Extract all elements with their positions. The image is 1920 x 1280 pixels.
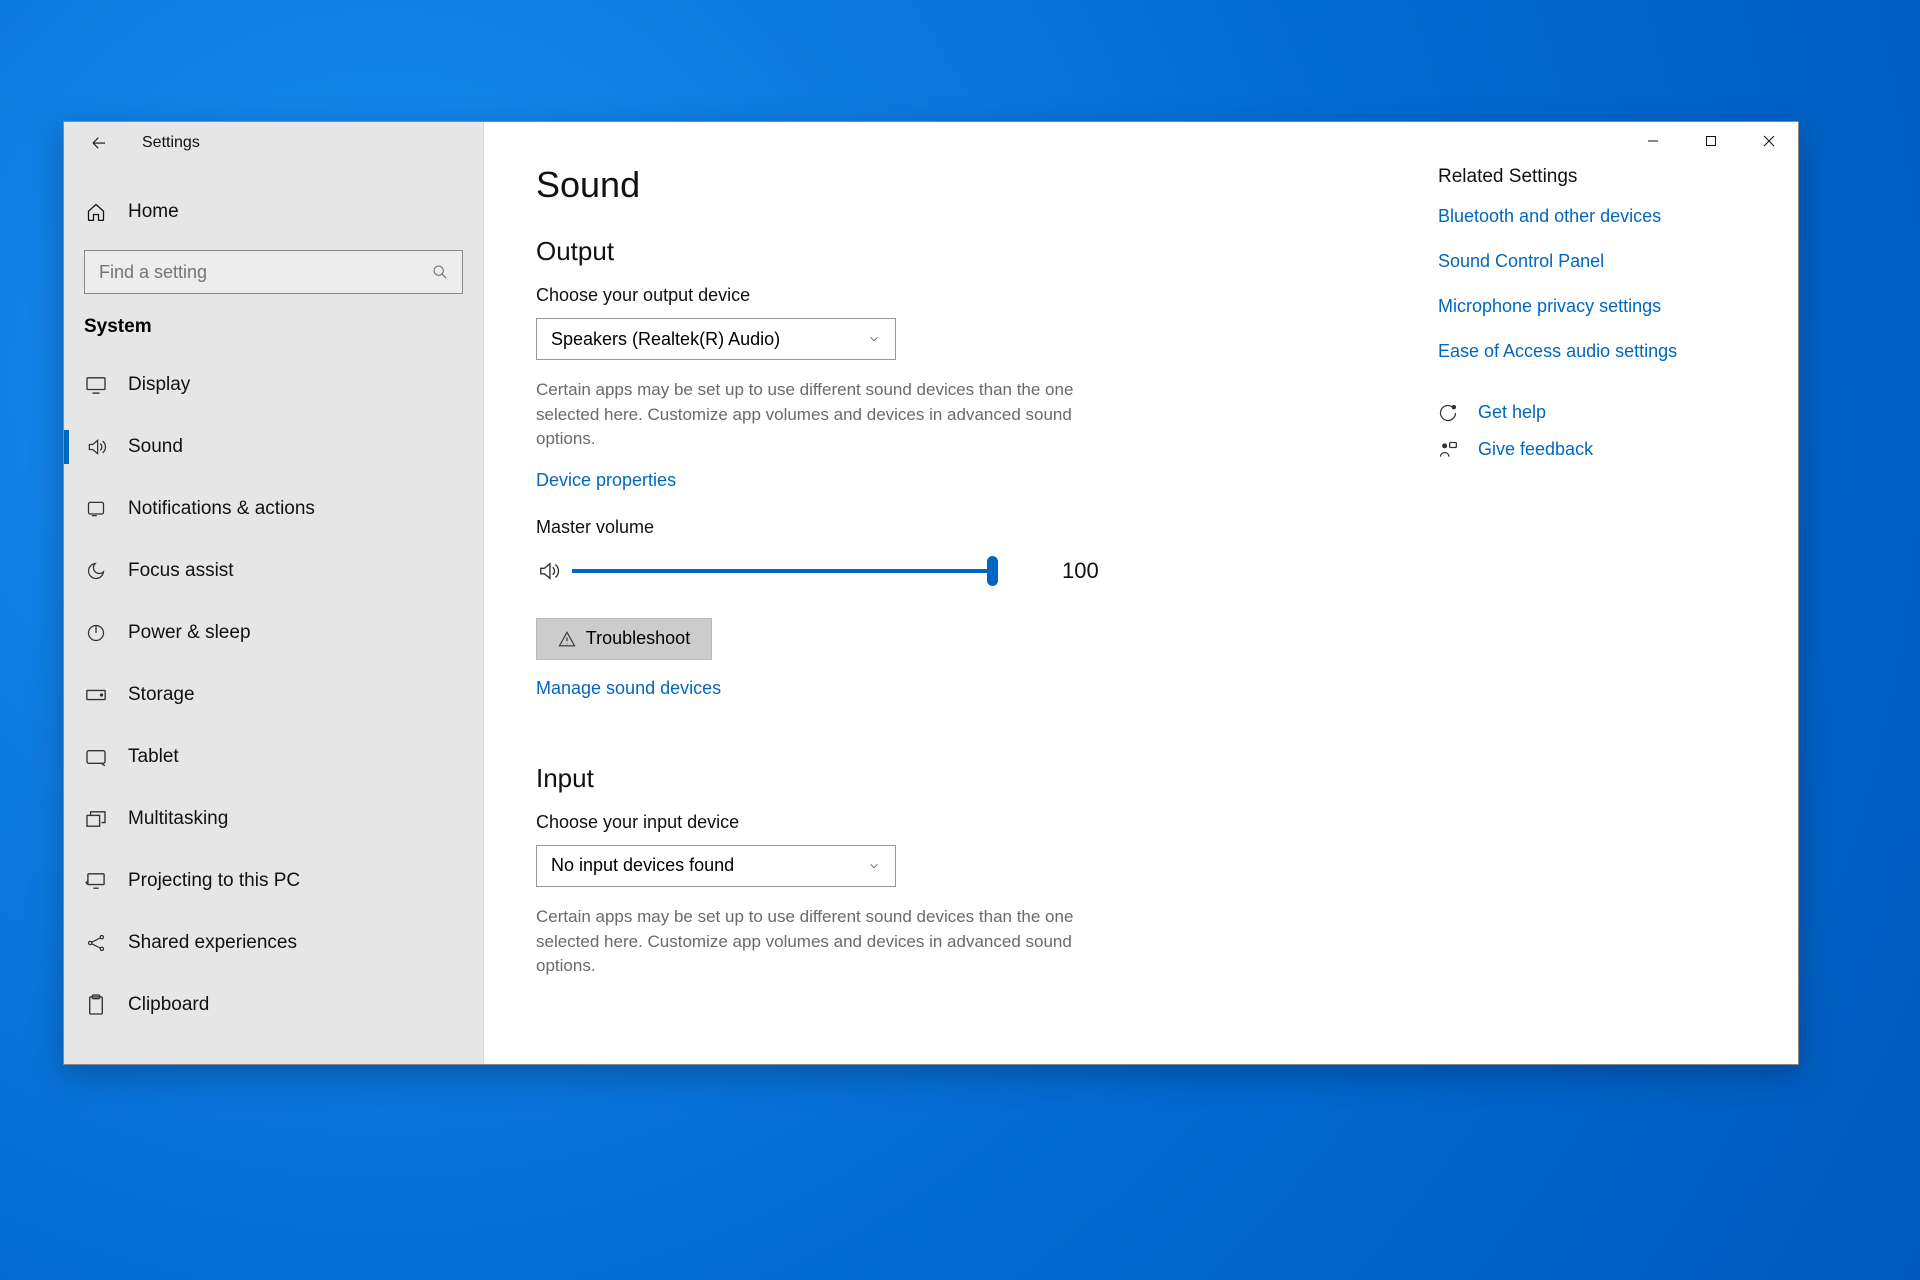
give-feedback-link[interactable]: Give feedback (1478, 439, 1593, 460)
nav-label: Projecting to this PC (128, 870, 300, 892)
settings-window: Settings Home System Display Sound (63, 121, 1799, 1065)
nav-label: Sound (128, 436, 183, 458)
chevron-down-icon (867, 332, 881, 346)
nav-label: Notifications & actions (128, 498, 315, 520)
minimize-button[interactable] (1624, 122, 1682, 160)
sound-icon (84, 437, 108, 457)
storage-icon (84, 688, 108, 702)
nav-label: Display (128, 374, 190, 396)
get-help-link[interactable]: Get help (1478, 402, 1546, 423)
window-controls (1624, 122, 1798, 160)
input-device-select[interactable]: No input devices found (536, 845, 896, 887)
slider-thumb[interactable] (987, 556, 998, 586)
feedback-icon (1438, 440, 1460, 460)
help-icon (1438, 403, 1460, 423)
sidebar-item-display[interactable]: Display (64, 354, 483, 416)
sidebar: Settings Home System Display Sound (64, 122, 484, 1064)
clipboard-icon (84, 994, 108, 1016)
sidebar-item-storage[interactable]: Storage (64, 664, 483, 726)
nav-label: Tablet (128, 746, 179, 768)
troubleshoot-label: Troubleshoot (586, 628, 690, 649)
notifications-icon (84, 499, 108, 519)
page-title: Sound (536, 164, 1356, 206)
nav-list: Display Sound Notifications & actions Fo… (64, 354, 483, 1036)
sidebar-item-multitasking[interactable]: Multitasking (64, 788, 483, 850)
master-volume-row: 100 (536, 558, 1356, 584)
nav-label: Multitasking (128, 808, 228, 830)
titlebar: Settings (64, 122, 483, 164)
home-label: Home (128, 201, 179, 223)
nav-label: Clipboard (128, 994, 209, 1016)
volume-icon (536, 560, 566, 582)
troubleshoot-button[interactable]: Troubleshoot (536, 618, 712, 660)
give-feedback-row[interactable]: Give feedback (1438, 439, 1738, 460)
search-input[interactable] (99, 262, 432, 283)
input-heading: Input (536, 763, 1356, 794)
display-icon (84, 376, 108, 394)
link-sound-control-panel[interactable]: Sound Control Panel (1438, 251, 1738, 272)
master-volume-value: 100 (1062, 558, 1099, 584)
output-choose-label: Choose your output device (536, 285, 1356, 306)
input-choose-label: Choose your input device (536, 812, 1356, 833)
output-device-select[interactable]: Speakers (Realtek(R) Audio) (536, 318, 896, 360)
sidebar-item-notifications[interactable]: Notifications & actions (64, 478, 483, 540)
search-icon (432, 264, 448, 280)
multitasking-icon (84, 810, 108, 828)
link-microphone-privacy[interactable]: Microphone privacy settings (1438, 296, 1738, 317)
master-volume-label: Master volume (536, 517, 1356, 538)
content: Sound Output Choose your output device S… (536, 164, 1356, 1064)
output-heading: Output (536, 236, 1356, 267)
close-button[interactable] (1740, 122, 1798, 160)
sidebar-item-shared[interactable]: Shared experiences (64, 912, 483, 974)
app-title: Settings (142, 134, 200, 152)
main-area: Sound Output Choose your output device S… (484, 122, 1798, 1064)
sidebar-home[interactable]: Home (64, 184, 483, 240)
search-box[interactable] (84, 250, 463, 294)
sidebar-item-focus-assist[interactable]: Focus assist (64, 540, 483, 602)
input-device-value: No input devices found (551, 855, 734, 876)
focus-icon (84, 561, 108, 581)
nav-label: Power & sleep (128, 622, 251, 644)
tablet-icon (84, 748, 108, 766)
sidebar-item-power-sleep[interactable]: Power & sleep (64, 602, 483, 664)
get-help-row[interactable]: Get help (1438, 402, 1738, 423)
shared-icon (84, 933, 108, 953)
input-hint: Certain apps may be set up to use differ… (536, 905, 1126, 979)
link-ease-of-access-audio[interactable]: Ease of Access audio settings (1438, 341, 1738, 362)
sidebar-item-tablet[interactable]: Tablet (64, 726, 483, 788)
maximize-button[interactable] (1682, 122, 1740, 160)
device-properties-link[interactable]: Device properties (536, 470, 676, 491)
sidebar-item-projecting[interactable]: Projecting to this PC (64, 850, 483, 912)
related-heading: Related Settings (1438, 166, 1738, 188)
chevron-down-icon (867, 859, 881, 873)
output-device-value: Speakers (Realtek(R) Audio) (551, 329, 780, 350)
category-label: System (64, 316, 483, 354)
warning-icon (558, 630, 576, 648)
back-button[interactable] (80, 124, 118, 162)
nav-label: Focus assist (128, 560, 234, 582)
home-icon (84, 202, 108, 222)
master-volume-slider[interactable] (572, 569, 992, 573)
nav-label: Shared experiences (128, 932, 297, 954)
sidebar-item-clipboard[interactable]: Clipboard (64, 974, 483, 1036)
manage-sound-devices-link[interactable]: Manage sound devices (536, 678, 721, 699)
nav-label: Storage (128, 684, 195, 706)
related-settings-pane: Related Settings Bluetooth and other dev… (1438, 166, 1738, 476)
power-icon (84, 623, 108, 643)
sidebar-item-sound[interactable]: Sound (64, 416, 483, 478)
output-hint: Certain apps may be set up to use differ… (536, 378, 1126, 452)
projecting-icon (84, 872, 108, 890)
link-bluetooth[interactable]: Bluetooth and other devices (1438, 206, 1738, 227)
